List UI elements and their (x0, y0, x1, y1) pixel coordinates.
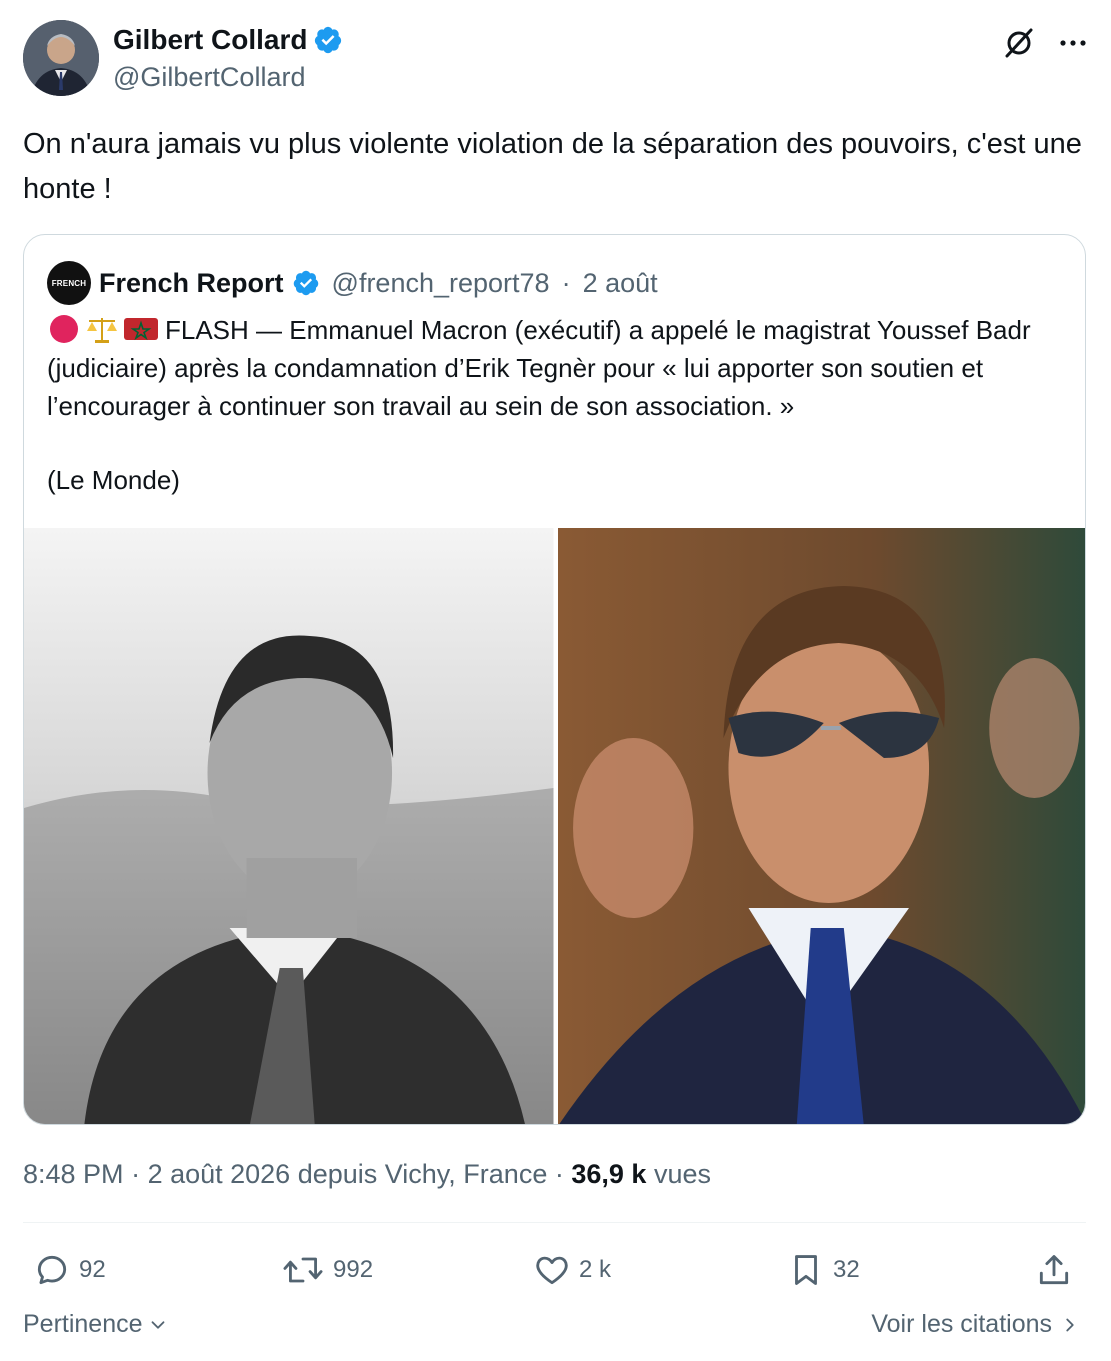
tweet-meta: 8:48 PM · 2 août 2026 depuis Vichy, Fran… (23, 1156, 711, 1192)
share-button[interactable] (1035, 1244, 1073, 1296)
heart-icon (536, 1256, 568, 1285)
views-count[interactable]: 36,9 k (571, 1159, 646, 1189)
retweet-count: 992 (333, 1256, 374, 1283)
verified-badge-icon (293, 270, 318, 296)
morocco-flag-icon (124, 318, 158, 341)
quoted-tweet-header: FRENCH French Report @french_report78 · … (47, 261, 658, 305)
views-label: vues (653, 1159, 711, 1189)
tweet-time[interactable]: 8:48 PM (23, 1159, 124, 1189)
quoted-author-name[interactable]: French Report (99, 268, 284, 299)
author-display-name[interactable]: Gilbert Collard (113, 24, 307, 56)
verified-badge-icon (315, 26, 342, 54)
photo-left[interactable] (24, 528, 554, 1124)
emoji-group (47, 314, 159, 344)
citations-label: Voir les citations (871, 1310, 1052, 1338)
quoted-separator: · (561, 267, 571, 298)
share-icon (1039, 1255, 1069, 1285)
like-button[interactable]: 2 k (533, 1244, 611, 1296)
photo-right[interactable] (557, 528, 1085, 1124)
quoted-tweet-source: (Le Monde) (47, 465, 180, 495)
quoted-tweet-text: FLASH — Emmanuel Macron (exécutif) a app… (47, 311, 1062, 425)
quoted-avatar-logo-text: FRENCH (51, 278, 87, 288)
red-circle-icon (50, 315, 78, 343)
reply-icon (37, 1255, 67, 1285)
slashed-circle-icon[interactable] (1002, 26, 1036, 60)
retweet-icon (283, 1257, 323, 1283)
quoted-media (24, 528, 1085, 1124)
reply-button[interactable]: 92 (33, 1244, 106, 1296)
meta-separator: · (123, 1159, 148, 1189)
quoted-tweet-body: FLASH — Emmanuel Macron (exécutif) a app… (47, 315, 1031, 421)
header-actions (1002, 26, 1088, 60)
bookmark-icon (795, 1255, 817, 1285)
action-bar: 92 992 2 k 32 (23, 1244, 1086, 1296)
quoted-author-handle[interactable]: @french_report78 (332, 268, 550, 299)
sort-dropdown[interactable]: Pertinence (23, 1310, 169, 1339)
tweet-header: Gilbert Collard @GilbertCollard (23, 18, 1088, 98)
quoted-date[interactable]: 2 août (583, 268, 658, 299)
view-citations-link[interactable]: Voir les citations (871, 1310, 1080, 1339)
author-avatar[interactable] (23, 20, 99, 96)
quoted-author-avatar[interactable]: FRENCH (47, 261, 91, 305)
author-handle[interactable]: @GilbertCollard (113, 60, 343, 94)
chevron-down-icon (151, 1320, 164, 1329)
bookmark-button[interactable]: 32 (787, 1244, 860, 1296)
author-block: Gilbert Collard @GilbertCollard (113, 24, 343, 94)
author-name-row[interactable]: Gilbert Collard (113, 24, 343, 56)
tweet-text: On n'aura jamais vu plus violente violat… (23, 128, 1082, 205)
divider (23, 1222, 1086, 1223)
replies-footer: Pertinence Voir les citations (23, 1310, 1086, 1346)
retweet-button[interactable]: 992 (281, 1244, 373, 1296)
balance-scale-icon (87, 318, 117, 343)
meta-separator: · (547, 1159, 572, 1189)
tweet-date-location: 2 août 2026 depuis Vichy, France (147, 1159, 548, 1189)
quoted-tweet[interactable]: FRENCH French Report @french_report78 · … (23, 234, 1086, 1125)
like-count: 2 k (579, 1256, 612, 1283)
sort-label: Pertinence (23, 1310, 143, 1338)
bookmark-count: 32 (833, 1256, 860, 1283)
chevron-right-icon (1066, 1318, 1074, 1331)
more-dots-icon[interactable] (1058, 28, 1088, 58)
reply-count: 92 (79, 1256, 106, 1283)
